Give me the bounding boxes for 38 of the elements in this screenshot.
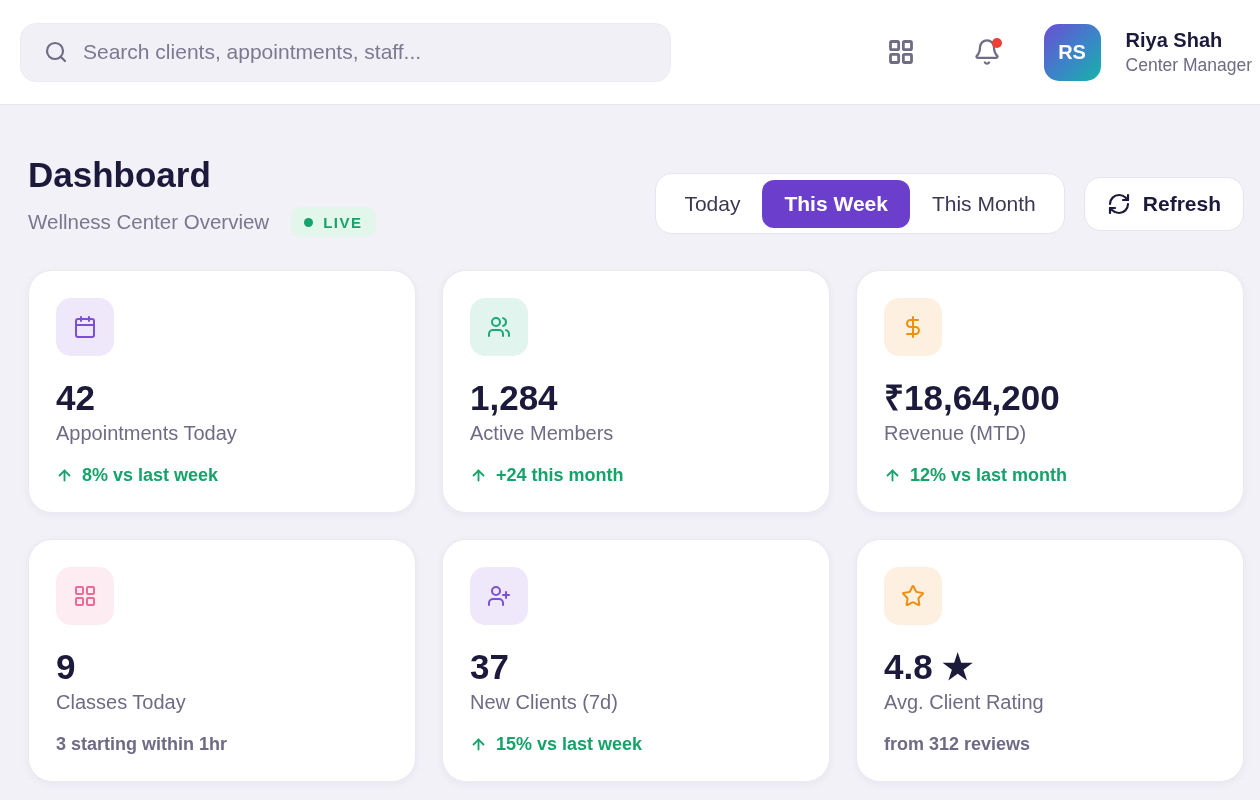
stat-label: Revenue (MTD) <box>884 421 1028 446</box>
stat-value: 4.8 ★ <box>884 647 975 687</box>
period-tab[interactable]: This Week <box>762 179 910 228</box>
stat-value: 9 <box>56 647 77 687</box>
page-title: Dashboard <box>28 155 212 195</box>
user-name: Riya Shah <box>1125 28 1224 52</box>
dollar-icon <box>884 298 942 356</box>
period-tab[interactable]: This Month <box>909 179 1058 228</box>
stat-label: Avg. Client Rating <box>884 690 1045 715</box>
stat-trend: 12% vs last month <box>910 464 1068 486</box>
stat-label: Appointments Today <box>56 421 238 446</box>
grid-icon <box>56 567 114 625</box>
avatar: RS <box>1043 23 1101 81</box>
stat-trend: 3 starting within 1hr <box>56 733 228 755</box>
stat-value: 37 <box>470 647 510 687</box>
stat-trend: +24 this month <box>496 464 624 486</box>
stat-trend: from 312 reviews <box>884 733 1031 755</box>
stat-trend: 8% vs last week <box>82 464 219 486</box>
search-icon <box>44 39 68 64</box>
stat-label: Classes Today <box>56 690 187 715</box>
stat-trend: 15% vs last week <box>496 733 643 755</box>
stat-label: Active Members <box>470 421 615 446</box>
period-tab[interactable]: Today <box>662 179 763 228</box>
calendar-icon <box>56 298 114 356</box>
refresh-icon <box>1106 191 1131 216</box>
refresh-button[interactable]: Refresh <box>1083 176 1244 231</box>
stat-value: ₹18,64,200 <box>884 378 1061 418</box>
stat-value: 1,284 <box>470 378 559 418</box>
star-icon <box>884 567 942 625</box>
users-icon <box>470 298 528 356</box>
stat-label: New Clients (7d) <box>470 690 619 715</box>
live-dot-icon <box>304 217 314 227</box>
user-plus-icon <box>470 567 528 625</box>
search-field[interactable]: Search clients, appointments, staff... <box>20 22 671 82</box>
user-role: Center Manager <box>1125 54 1252 76</box>
page-subtitle: Wellness Center Overview <box>28 210 270 234</box>
status-label: LIVE <box>323 213 363 231</box>
stat-value: 42 <box>56 378 96 418</box>
